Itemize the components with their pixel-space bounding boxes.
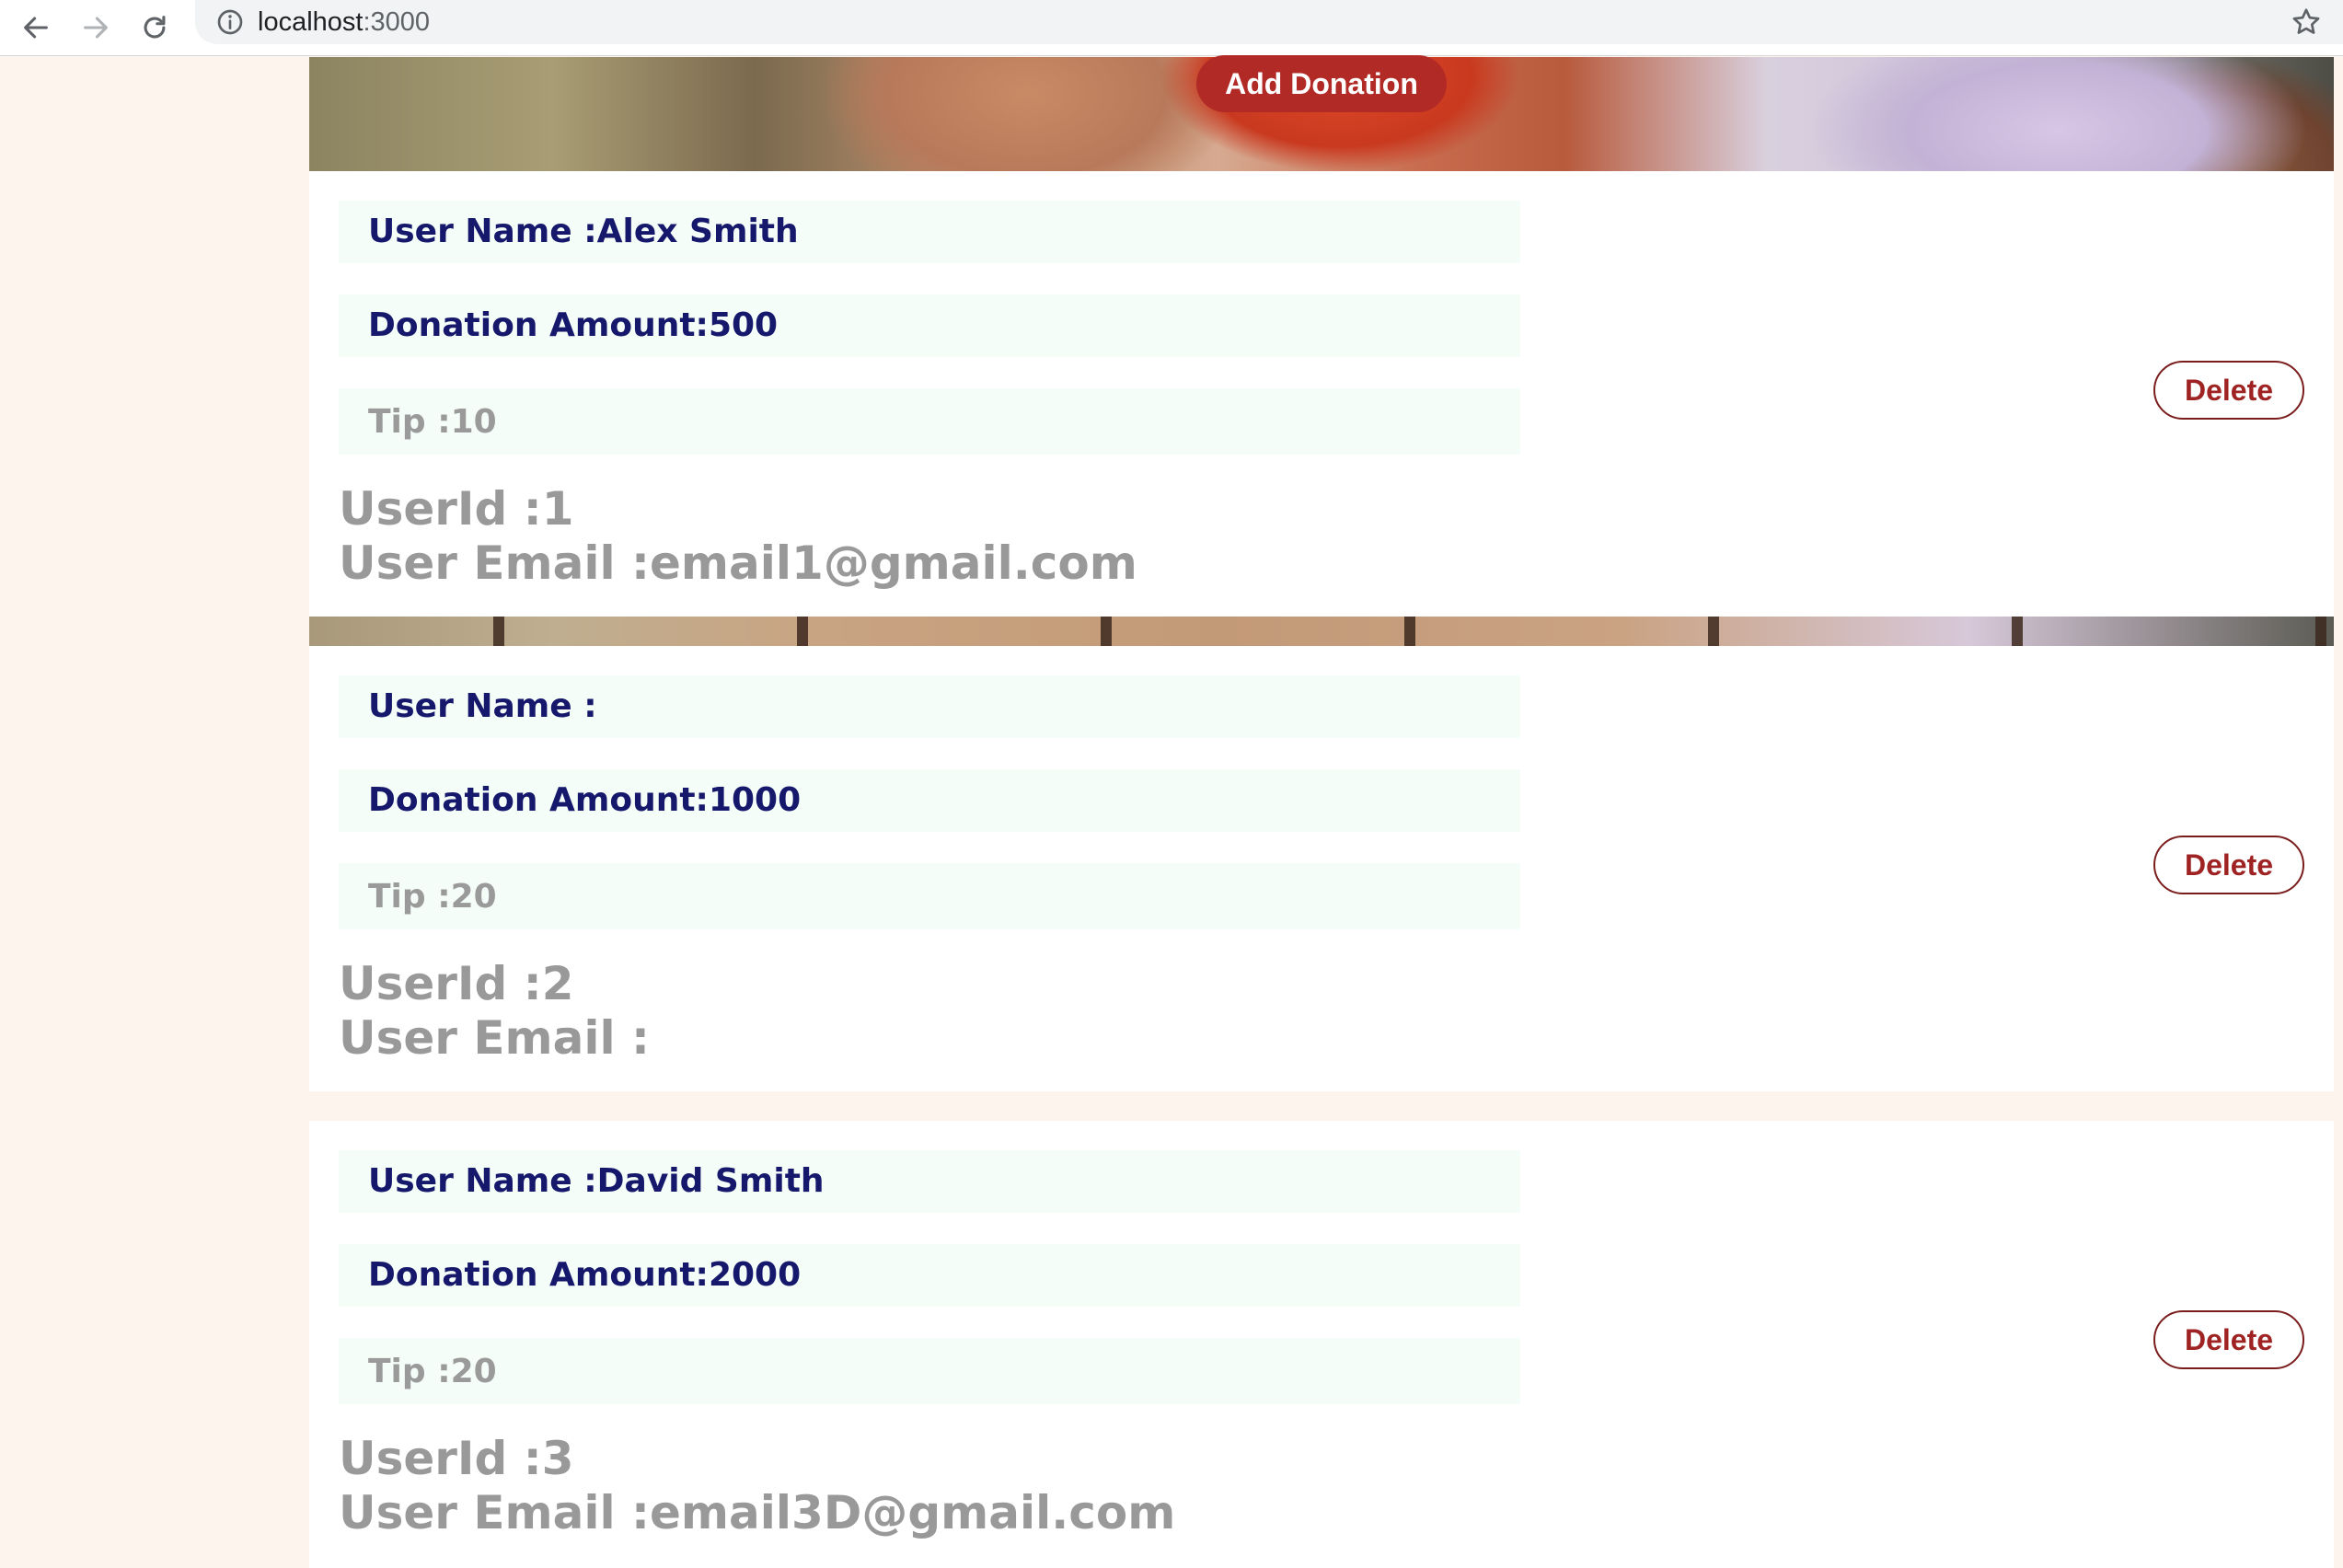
donation-amount-field: Donation Amount:2000 [339,1244,1520,1307]
url-host: localhost [258,7,364,37]
tip-field: Tip :20 [339,863,1520,929]
donation-amount-field: Donation Amount:1000 [339,769,1520,832]
user-name-field: User Name :David Smith [339,1150,1520,1213]
user-meta: UserId :2 User Email : [339,957,650,1066]
delete-button[interactable]: Delete [2153,1310,2304,1369]
reload-icon [144,16,166,39]
user-name-field: User Name : [339,675,1520,738]
user-email: User Email :email3D@gmail.com [339,1486,1176,1539]
url-text[interactable]: localhost:3000 [258,6,430,39]
user-id: UserId :2 [339,957,574,1010]
bookmark-star-icon[interactable] [2290,6,2323,39]
donation-amount-field: Donation Amount:500 [339,294,1520,357]
user-id: UserId :3 [339,1432,574,1485]
user-id: UserId :1 [339,482,574,536]
info-icon[interactable] [215,7,245,37]
reload-button[interactable] [133,6,177,50]
user-email: User Email :email1@gmail.com [339,536,1137,590]
hero-image-divider [309,617,2334,646]
add-donation-button[interactable]: Add Donation [1196,55,1447,112]
user-meta: UserId :3 User Email :email3D@gmail.com [339,1432,1175,1540]
user-meta: UserId :1 User Email :email1@gmail.com [339,482,1137,591]
delete-button[interactable]: Delete [2153,836,2304,894]
forward-button[interactable] [74,6,118,50]
back-button[interactable] [14,6,58,50]
browser-toolbar: localhost:3000 [0,0,2343,56]
donation-card: User Name : Donation Amount:1000 Tip :20… [309,646,2334,1091]
arrow-left-icon [24,17,48,39]
tip-field: Tip :10 [339,388,1520,455]
tip-field: Tip :20 [339,1338,1520,1404]
donation-card: User Name :David Smith Donation Amount:2… [309,1121,2334,1568]
donation-card: User Name :Alex Smith Donation Amount:50… [309,171,2334,617]
address-bar[interactable]: localhost:3000 [195,0,2343,44]
delete-button[interactable]: Delete [2153,361,2304,420]
user-email: User Email : [339,1011,651,1065]
arrow-right-icon [84,17,108,39]
user-name-field: User Name :Alex Smith [339,201,1520,263]
url-port: :3000 [363,7,431,37]
